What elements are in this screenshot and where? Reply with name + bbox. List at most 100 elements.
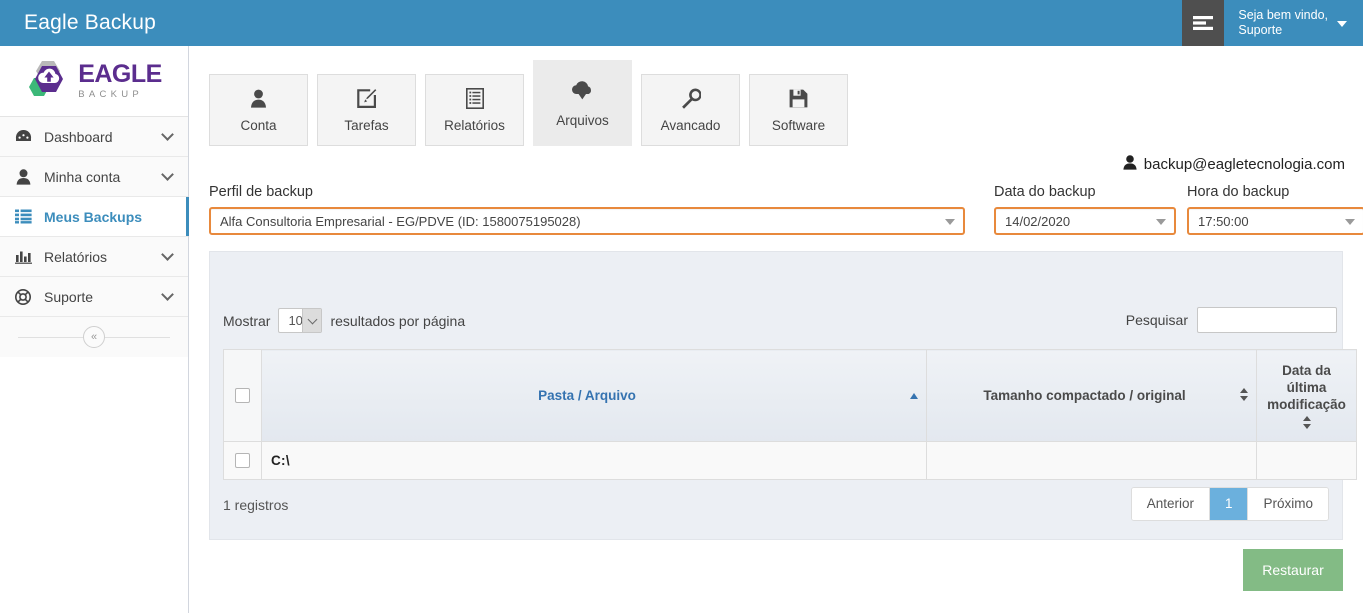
column-header-label: Tamanho compactado / original <box>983 388 1186 403</box>
tab-arquivos[interactable]: Arquivos <box>533 60 632 146</box>
sidebar-item-meus-backups[interactable]: Meus Backups <box>0 197 189 237</box>
files-table-body: C:\ <box>223 441 1357 480</box>
person-icon <box>250 87 267 109</box>
table-search: Pesquisar <box>1126 307 1337 333</box>
tab-tarefas[interactable]: Tarefas <box>317 74 416 146</box>
pagination-page-1[interactable]: 1 <box>1209 488 1249 520</box>
show-entries-prefix: Mostrar <box>223 312 271 329</box>
date-select-value: 14/02/2020 <box>1005 213 1071 229</box>
record-count: 1 registros <box>223 497 289 513</box>
chevron-down-icon <box>161 288 174 301</box>
user-welcome-text: Seja bem vindo, Suporte <box>1238 8 1328 38</box>
dashboard-icon <box>14 129 32 144</box>
profile-select-value: Alfa Consultoria Empresarial - EG/PDVE (… <box>220 213 581 229</box>
tab-label: Software <box>771 118 826 133</box>
chevron-down-icon <box>1345 219 1355 225</box>
tab-relatorios[interactable]: Relatórios <box>425 74 524 146</box>
sidebar-item-suporte[interactable]: Suporte <box>0 277 188 317</box>
profile-filter-label: Perfil de backup <box>209 184 313 200</box>
page-size-value: 10 <box>288 313 303 328</box>
app-title: Eagle Backup <box>24 11 156 34</box>
tab-label: Tarefas <box>344 118 389 133</box>
chevron-down-icon <box>161 168 174 181</box>
time-select[interactable]: 17:50:00 <box>1187 207 1363 235</box>
show-entries-suffix: resultados por página <box>330 312 466 329</box>
table-header-row: Pasta / Arquivo Tamanho compactado / ori… <box>223 349 1357 442</box>
chevron-down-icon <box>1337 21 1347 27</box>
section-tabs: Conta Tarefas Relatórios Arquivos Avanca… <box>209 60 848 146</box>
lifebuoy-icon <box>14 288 32 305</box>
profile-select[interactable]: Alfa Consultoria Empresarial - EG/PDVE (… <box>209 207 965 235</box>
user-icon <box>14 168 32 185</box>
sort-both-icon <box>1265 416 1348 429</box>
restore-button[interactable]: Restaurar <box>1243 549 1343 591</box>
sort-ascending-icon <box>910 392 918 399</box>
search-label: Pesquisar <box>1125 312 1188 328</box>
column-header-data-modificacao[interactable]: Data da última modificação <box>1256 349 1357 442</box>
files-table: Pasta / Arquivo Tamanho compactado / ori… <box>223 349 1357 480</box>
chevron-down-icon <box>945 219 955 225</box>
column-header-tamanho[interactable]: Tamanho compactado / original <box>926 349 1257 442</box>
floppy-disk-icon <box>789 87 808 109</box>
column-header-label: Data da última modificação <box>1267 363 1346 412</box>
chevron-down-icon <box>161 128 174 141</box>
profile-filter: Perfil de backup Alfa Consultoria Empres… <box>209 184 965 235</box>
cloud-download-icon <box>571 79 594 101</box>
select-all-checkbox[interactable] <box>235 388 250 404</box>
filters-row: Perfil de backup Alfa Consultoria Empres… <box>209 184 1363 246</box>
sidebar-collapse-button[interactable]: « <box>83 326 105 348</box>
pagination: Anterior 1 Próximo <box>1130 487 1329 521</box>
table-row[interactable]: C:\ <box>223 441 1357 480</box>
list-icon <box>14 209 32 224</box>
sidebar-logo: EAGLE BACKUP <box>0 46 188 117</box>
column-header-pasta-arquivo[interactable]: Pasta / Arquivo <box>261 349 927 442</box>
account-email: backup@eagletecnologia.com <box>1123 155 1345 174</box>
pagination-next[interactable]: Próximo <box>1248 488 1328 520</box>
page-size-select[interactable]: 10 <box>278 308 323 333</box>
search-input[interactable] <box>1197 307 1337 333</box>
row-select-cell <box>223 441 262 480</box>
user-menu[interactable]: Seja bem vindo, Suporte <box>1224 0 1363 46</box>
sidebar: EAGLE BACKUP Dashboard Minha conta Meus … <box>0 46 189 613</box>
tab-avancado[interactable]: Avancado <box>641 74 740 146</box>
row-modified-cell <box>1256 441 1357 480</box>
tab-software[interactable]: Software <box>749 74 848 146</box>
top-bar: Eagle Backup Seja bem vindo, Suporte <box>0 0 1363 46</box>
bar-chart-icon <box>14 249 32 264</box>
user-icon <box>1123 155 1137 174</box>
pencil-square-icon <box>356 87 377 109</box>
sidebar-item-label: Relatórios <box>44 248 108 265</box>
page-size-control: Mostrar 10 resultados por página <box>223 308 465 333</box>
time-filter-label: Hora do backup <box>1187 184 1290 200</box>
files-panel: Mostrar 10 resultados por página Pesquis… <box>209 251 1357 540</box>
eagle-hexagon-logo-icon <box>26 58 72 105</box>
sidebar-item-minha-conta[interactable]: Minha conta <box>0 157 188 197</box>
pagination-previous[interactable]: Anterior <box>1131 488 1210 520</box>
table-footer: 1 registros Anterior 1 Próximo <box>210 487 1342 531</box>
stacked-bars-icon <box>1193 15 1214 31</box>
main-content: Conta Tarefas Relatórios Arquivos Avanca… <box>189 46 1363 613</box>
table-toolbar: Mostrar 10 resultados por página Pesquis… <box>210 300 1342 346</box>
sidebar-collapse-row: « <box>0 317 188 357</box>
date-filter: Data do backup 14/02/2020 <box>994 184 1176 235</box>
sidebar-item-label: Minha conta <box>44 168 121 185</box>
sidebar-item-relatorios[interactable]: Relatórios <box>0 237 188 277</box>
row-checkbox[interactable] <box>235 453 250 469</box>
tab-label: Arquivos <box>556 112 609 128</box>
chevron-down-icon <box>1156 219 1166 225</box>
sidebar-item-label: Dashboard <box>44 128 113 145</box>
menu-toggle-button[interactable] <box>1182 0 1225 46</box>
column-header-label: Pasta / Arquivo <box>538 388 636 403</box>
select-all-header <box>223 349 262 442</box>
sidebar-item-dashboard[interactable]: Dashboard <box>0 117 188 157</box>
app-root: Eagle Backup Seja bem vindo, Suporte EAG… <box>0 0 1363 613</box>
tab-label: Avancado <box>660 118 721 133</box>
time-select-value: 17:50:00 <box>1198 213 1249 229</box>
time-filter: Hora do backup 17:50:00 <box>1187 184 1363 235</box>
topbar-right-group: Seja bem vindo, Suporte <box>1182 0 1363 46</box>
sort-both-icon <box>1239 387 1248 404</box>
date-select[interactable]: 14/02/2020 <box>994 207 1176 235</box>
account-email-text: backup@eagletecnologia.com <box>1143 156 1345 173</box>
sidebar-item-label: Suporte <box>44 288 94 305</box>
tab-conta[interactable]: Conta <box>209 74 308 146</box>
